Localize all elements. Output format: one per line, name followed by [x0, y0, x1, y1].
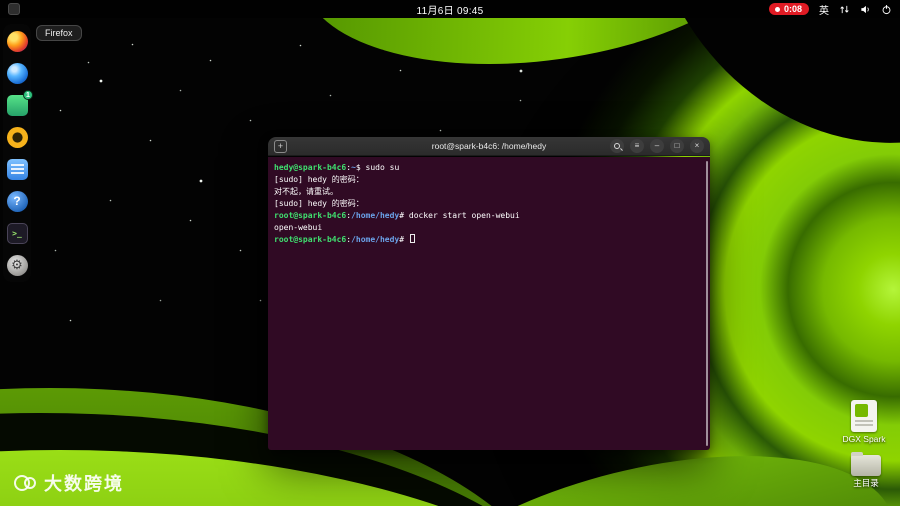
menu-button[interactable]: ≡ [630, 139, 644, 153]
dock-item-terminal[interactable]: >_ [5, 221, 29, 245]
terminal-line: open-webui [274, 222, 704, 234]
dock-tooltip: Firefox [36, 25, 82, 41]
icon-label: 主目录 [853, 478, 879, 488]
terminal-text: $ sudo su [355, 163, 400, 172]
terminal-output[interactable]: hedy@spark-b4c6:~$ sudo su [sudo] hedy 的密… [268, 157, 710, 450]
clock[interactable]: 11月6日 09:45 [416, 2, 483, 17]
watermark-text: 大数跨境 [44, 474, 124, 494]
minimize-icon: – [654, 141, 660, 150]
volume-icon[interactable] [860, 4, 871, 15]
terminal-scrollbar[interactable] [706, 161, 708, 446]
document-icon [851, 400, 877, 432]
search-button[interactable] [610, 139, 624, 153]
settings-icon: ⚙ [6, 254, 28, 276]
dock-item-help[interactable]: ? [5, 189, 29, 213]
terminal-line: [sudo] hedy 的密码： [274, 174, 704, 186]
terminal-titlebar[interactable]: + root@spark-b4c6: /home/hedy ≡ – □ × [268, 137, 710, 156]
top-bar: 11月6日 09:45 0:08 英 [0, 0, 900, 18]
record-dot-icon [774, 6, 780, 12]
minimize-button[interactable]: – [650, 139, 664, 153]
terminal-text: /home/hedy [351, 211, 400, 220]
terminal-cursor [409, 234, 415, 243]
terminal-text: [sudo] hedy 的密码： [274, 175, 364, 184]
icon-label: DGX Spark [842, 434, 886, 444]
notification-badge: 1 [23, 90, 33, 100]
close-icon: × [694, 141, 700, 150]
power-icon[interactable] [881, 4, 892, 15]
dock-item-file-manager[interactable]: 1 [5, 90, 33, 117]
terminal-text: [sudo] hedy 的密码： [274, 199, 364, 208]
terminal-line: 对不起，请重试。 [274, 186, 704, 198]
terminal-line: root@spark-b4c6:/home/hedy# [274, 234, 704, 246]
dock-item-firefox[interactable] [5, 29, 29, 53]
folder-icon [851, 452, 881, 476]
input-method-indicator[interactable]: 英 [819, 2, 829, 17]
recording-indicator[interactable]: 0:08 [768, 3, 809, 15]
terminal-line: [sudo] hedy 的密码： [274, 198, 704, 210]
maximize-icon: □ [674, 141, 680, 150]
dock-item-files[interactable] [5, 157, 29, 181]
terminal-text: 对不起，请重试。 [274, 187, 338, 196]
dock-item-settings[interactable]: ⚙ [5, 253, 29, 277]
terminal-window[interactable]: + root@spark-b4c6: /home/hedy ≡ – □ × he… [268, 137, 710, 450]
terminal-text: # [399, 235, 409, 244]
dock-item-browser[interactable] [5, 61, 29, 85]
browser-icon [6, 62, 28, 84]
terminal-text: root@spark-b4c6 [274, 211, 347, 220]
dock: 1? >_ ⚙ [3, 24, 33, 282]
maximize-button[interactable]: □ [670, 139, 684, 153]
terminal-line: root@spark-b4c6:/home/hedy# docker start… [274, 210, 704, 222]
watermark-logo [14, 475, 36, 491]
menu-icon: ≡ [634, 141, 640, 150]
terminal-text: # docker start open-webui [399, 211, 520, 220]
network-icon[interactable] [839, 4, 850, 15]
close-button[interactable]: × [690, 139, 704, 153]
help-icon: ? [6, 190, 28, 212]
terminal-text: hedy@spark-b4c6 [274, 163, 347, 172]
new-tab-button[interactable]: + [274, 139, 287, 153]
plus-icon: + [277, 140, 284, 151]
files-icon [6, 158, 28, 180]
terminal-text: /home/hedy [351, 235, 400, 244]
terminal-icon: >_ [6, 222, 28, 244]
desktop-icon-dgx-spark[interactable]: DGX Spark [842, 400, 886, 445]
desktop: 11月6日 09:45 0:08 英 1? >_ ⚙ Firefox + roo… [0, 0, 900, 506]
terminal-text: open-webui [274, 223, 323, 232]
firefox-icon [6, 30, 28, 52]
software-center-icon [6, 126, 28, 148]
terminal-text: root@spark-b4c6 [274, 235, 347, 244]
desktop-icon-home[interactable]: 主目录 [848, 452, 884, 489]
topbar-app-indicator[interactable] [8, 3, 20, 15]
dock-item-software-center[interactable] [5, 125, 29, 149]
search-icon [614, 143, 620, 149]
recording-time: 0:08 [783, 4, 802, 14]
watermark: 大数跨境 [12, 470, 124, 496]
terminal-line: hedy@spark-b4c6:~$ sudo su [274, 162, 704, 174]
window-title: root@spark-b4c6: /home/hedy [431, 141, 547, 151]
